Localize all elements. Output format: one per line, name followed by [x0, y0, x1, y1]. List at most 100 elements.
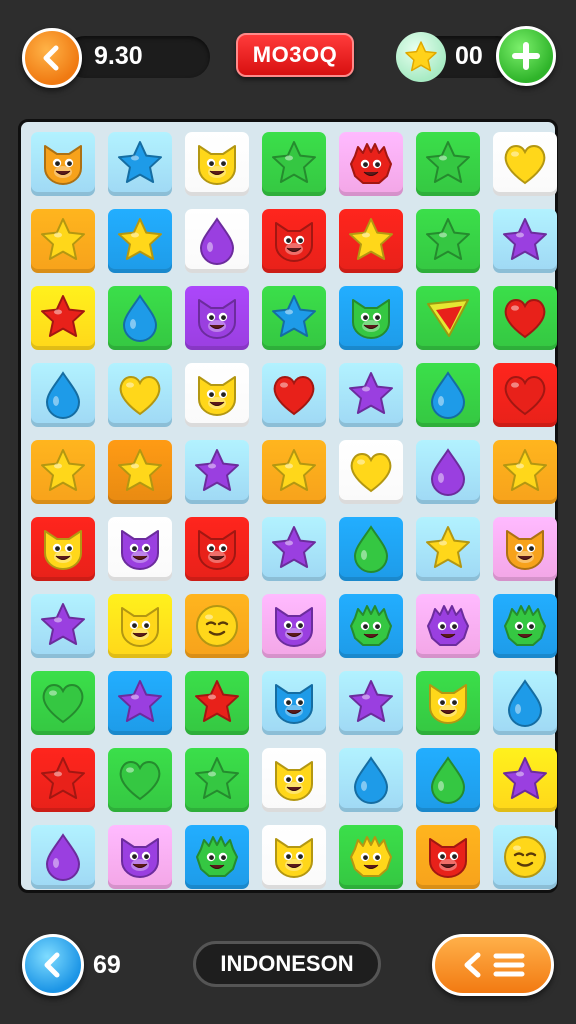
- board-tile[interactable]: [31, 825, 95, 889]
- board-tile[interactable]: [31, 517, 95, 581]
- purple-star-icon: [272, 526, 316, 568]
- board-tile[interactable]: [108, 671, 172, 735]
- board-tile[interactable]: [185, 132, 249, 196]
- board-tile[interactable]: [262, 286, 326, 350]
- board-tile[interactable]: [339, 209, 403, 273]
- chevron-left-icon: [464, 952, 481, 978]
- back-button[interactable]: [22, 28, 82, 88]
- board-tile[interactable]: [185, 748, 249, 812]
- add-stars-button[interactable]: [496, 26, 556, 86]
- board-tile[interactable]: [108, 825, 172, 889]
- green-drop-icon: [353, 525, 389, 573]
- red-star-icon: [41, 757, 85, 799]
- purple-cat-icon: [121, 838, 159, 878]
- orange-cat-icon: [44, 145, 82, 185]
- board-tile[interactable]: [262, 363, 326, 427]
- board-tile[interactable]: [416, 825, 480, 889]
- board-tile[interactable]: [339, 132, 403, 196]
- board-tile[interactable]: [108, 440, 172, 504]
- board-tile[interactable]: [31, 286, 95, 350]
- board-tile[interactable]: [339, 286, 403, 350]
- board-tile[interactable]: [416, 748, 480, 812]
- board-tile[interactable]: [185, 209, 249, 273]
- board-tile[interactable]: [339, 517, 403, 581]
- board-tile[interactable]: [185, 440, 249, 504]
- board-tile[interactable]: [493, 132, 557, 196]
- board-tile[interactable]: [185, 363, 249, 427]
- board-tile[interactable]: [262, 748, 326, 812]
- blue-drop-icon: [122, 294, 158, 342]
- board-tile[interactable]: [262, 825, 326, 889]
- menu-button[interactable]: [432, 934, 554, 996]
- previous-button[interactable]: [22, 934, 84, 996]
- board-tile[interactable]: [493, 517, 557, 581]
- board-tile[interactable]: [262, 594, 326, 658]
- purple-star-icon: [349, 372, 393, 414]
- board-tile[interactable]: [416, 286, 480, 350]
- yellow-heart-icon: [119, 376, 161, 416]
- chevron-left-icon: [44, 952, 60, 978]
- board-tile[interactable]: [339, 363, 403, 427]
- board-tile[interactable]: [108, 132, 172, 196]
- board-tile[interactable]: [108, 363, 172, 427]
- board-tile[interactable]: [416, 132, 480, 196]
- board-tile[interactable]: [493, 671, 557, 735]
- board-tile[interactable]: [262, 440, 326, 504]
- board-tile[interactable]: [262, 209, 326, 273]
- board-tile[interactable]: [339, 825, 403, 889]
- board-tile[interactable]: [31, 363, 95, 427]
- green-fuzzy-icon: [196, 836, 238, 877]
- board-tile[interactable]: [185, 517, 249, 581]
- red-triangle-icon: [427, 299, 469, 337]
- board-tile[interactable]: [493, 594, 557, 658]
- red-heart-icon: [504, 376, 546, 416]
- board-tile[interactable]: [339, 671, 403, 735]
- board-tile[interactable]: [339, 440, 403, 504]
- board-tile[interactable]: [185, 671, 249, 735]
- board-tile[interactable]: [416, 209, 480, 273]
- red-cat-icon: [275, 222, 313, 262]
- yellow-star-icon: [41, 449, 85, 491]
- board-tile[interactable]: [108, 209, 172, 273]
- board-tile[interactable]: [108, 286, 172, 350]
- board-tile[interactable]: [108, 748, 172, 812]
- yellow-star-icon: [426, 526, 470, 568]
- board-tile[interactable]: [31, 209, 95, 273]
- board-tile[interactable]: [31, 132, 95, 196]
- purple-star-icon: [195, 449, 239, 491]
- board-tile[interactable]: [493, 363, 557, 427]
- blue-drop-icon: [45, 371, 81, 419]
- star-badge: [396, 32, 446, 82]
- board-tile[interactable]: [416, 594, 480, 658]
- board-tile[interactable]: [31, 748, 95, 812]
- purple-fuzzy-icon: [427, 605, 469, 646]
- board-tile[interactable]: [108, 517, 172, 581]
- board-tile[interactable]: [493, 825, 557, 889]
- board-tile[interactable]: [493, 440, 557, 504]
- board-tile[interactable]: [493, 209, 557, 273]
- board-tile[interactable]: [416, 517, 480, 581]
- board-tile[interactable]: [262, 517, 326, 581]
- board-tile[interactable]: [416, 671, 480, 735]
- board-tile[interactable]: [31, 671, 95, 735]
- board-tile[interactable]: [339, 748, 403, 812]
- board-tile[interactable]: [108, 594, 172, 658]
- board-tile[interactable]: [493, 748, 557, 812]
- board-tile[interactable]: [31, 594, 95, 658]
- board-tile[interactable]: [185, 594, 249, 658]
- board-tile[interactable]: [339, 594, 403, 658]
- board-tile[interactable]: [185, 825, 249, 889]
- yellow-star-icon: [118, 449, 162, 491]
- board-tile[interactable]: [185, 286, 249, 350]
- board-tile[interactable]: [31, 440, 95, 504]
- board-tile[interactable]: [416, 440, 480, 504]
- orange-cat-icon: [506, 530, 544, 570]
- board-tile[interactable]: [262, 671, 326, 735]
- plus-icon: [512, 42, 540, 70]
- green-star-icon: [426, 141, 470, 183]
- green-drop-icon: [430, 756, 466, 804]
- purple-cat-icon: [121, 530, 159, 570]
- board-tile[interactable]: [493, 286, 557, 350]
- board-tile[interactable]: [416, 363, 480, 427]
- board-tile[interactable]: [262, 132, 326, 196]
